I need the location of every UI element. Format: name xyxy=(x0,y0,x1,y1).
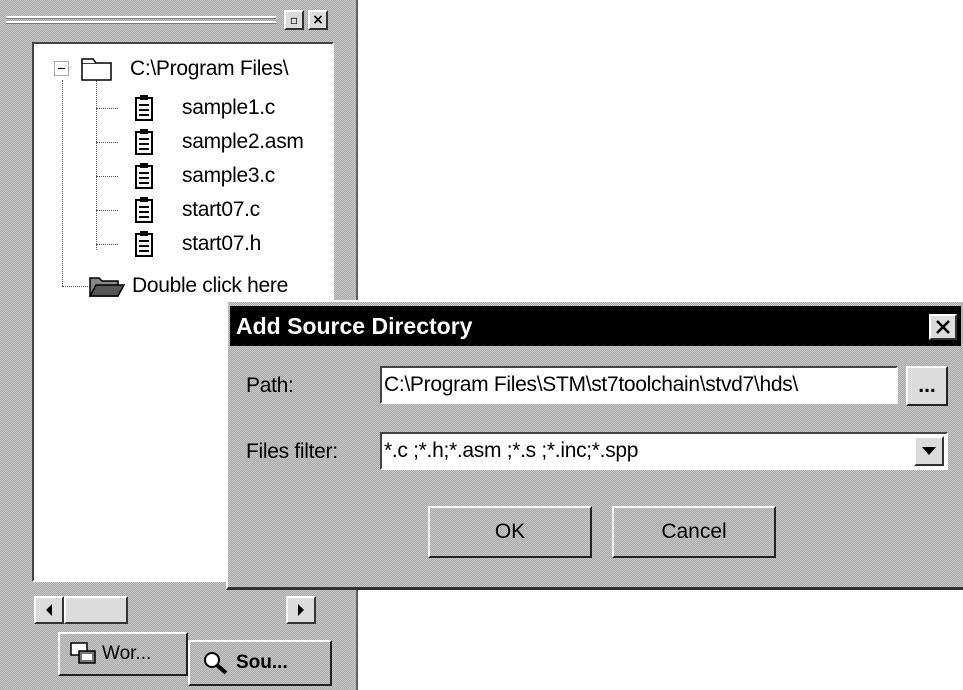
tree-item-label: start07.c xyxy=(182,198,260,221)
chevron-down-icon xyxy=(922,447,936,455)
path-label: Path: xyxy=(246,374,294,397)
tree-item-label: sample3.c xyxy=(182,164,276,187)
tab-source-browser-label: Sou... xyxy=(236,652,288,673)
document-icon xyxy=(135,197,153,223)
scroll-left-button[interactable] xyxy=(34,596,64,624)
ok-button-label: OK xyxy=(494,520,526,543)
tree-item-label: sample2.asm xyxy=(182,130,304,153)
document-icon xyxy=(135,129,153,155)
source-browser-icon xyxy=(204,652,228,675)
folder-icon xyxy=(81,58,112,81)
add-source-directory-dialog: Add Source Directory Path: C:\Program Fi… xyxy=(226,300,963,590)
dialog-close-button[interactable] xyxy=(929,314,957,340)
arrow-right-icon xyxy=(298,604,304,616)
collapse-icon[interactable] xyxy=(54,61,70,77)
close-icon xyxy=(936,320,950,334)
document-icon xyxy=(135,231,153,257)
tree-item-sample1[interactable]: sample1.c xyxy=(34,91,275,125)
document-icon xyxy=(135,95,153,121)
tree-item-sample2[interactable]: sample2.asm xyxy=(34,125,304,159)
files-filter-value: *.c ;*.h;*.asm ;*.s ;*.inc;*.spp xyxy=(384,439,639,462)
browse-button[interactable]: ... xyxy=(906,366,948,406)
files-filter-label: Files filter: xyxy=(246,440,338,463)
tab-workspace-label: Wor... xyxy=(102,643,152,664)
close-icon: × xyxy=(312,12,324,28)
files-filter-dropdown-button[interactable] xyxy=(914,436,944,466)
horizontal-scrollbar[interactable] xyxy=(34,596,334,624)
panel-close-button[interactable]: × xyxy=(308,10,328,30)
cancel-button[interactable]: Cancel xyxy=(612,506,776,558)
tree-add-folder-row[interactable]: Double click here xyxy=(34,269,288,303)
tree-root-label: C:\Program Files\ xyxy=(130,57,289,80)
tree-root-row[interactable]: C:\Program Files\ xyxy=(34,52,289,86)
panel-grip[interactable] xyxy=(6,16,276,26)
tab-source-browser[interactable]: Sou... xyxy=(188,640,332,686)
tree-item-label: sample1.c xyxy=(182,96,276,119)
arrow-left-icon xyxy=(46,604,52,616)
ok-button[interactable]: OK xyxy=(428,506,592,558)
dialog-titlebar[interactable]: Add Source Directory xyxy=(230,306,961,346)
workspace-icon xyxy=(70,642,96,664)
scroll-thumb[interactable] xyxy=(64,596,128,624)
panel-restore-button[interactable]: ▫ xyxy=(284,10,304,30)
tree-item-start07-h[interactable]: start07.h xyxy=(34,227,261,261)
tree-item-label: start07.h xyxy=(182,232,262,255)
cancel-button-label: Cancel xyxy=(661,520,727,543)
open-folder-icon xyxy=(88,277,126,297)
tree-item-start07-c[interactable]: start07.c xyxy=(34,193,260,227)
browse-button-label: ... xyxy=(918,374,936,397)
dialog-title: Add Source Directory xyxy=(236,312,473,339)
path-field[interactable]: C:\Program Files\STM\st7toolchain\stvd7\… xyxy=(380,366,898,404)
add-folder-label: Double click here xyxy=(132,274,288,297)
tree-item-sample3[interactable]: sample3.c xyxy=(34,159,275,193)
files-filter-combobox[interactable]: *.c ;*.h;*.asm ;*.s ;*.inc;*.spp xyxy=(380,432,948,470)
scroll-right-button[interactable] xyxy=(286,596,316,624)
tab-workspace[interactable]: Wor... xyxy=(58,632,188,676)
restore-icon: ▫ xyxy=(289,13,299,27)
document-icon xyxy=(135,163,153,189)
